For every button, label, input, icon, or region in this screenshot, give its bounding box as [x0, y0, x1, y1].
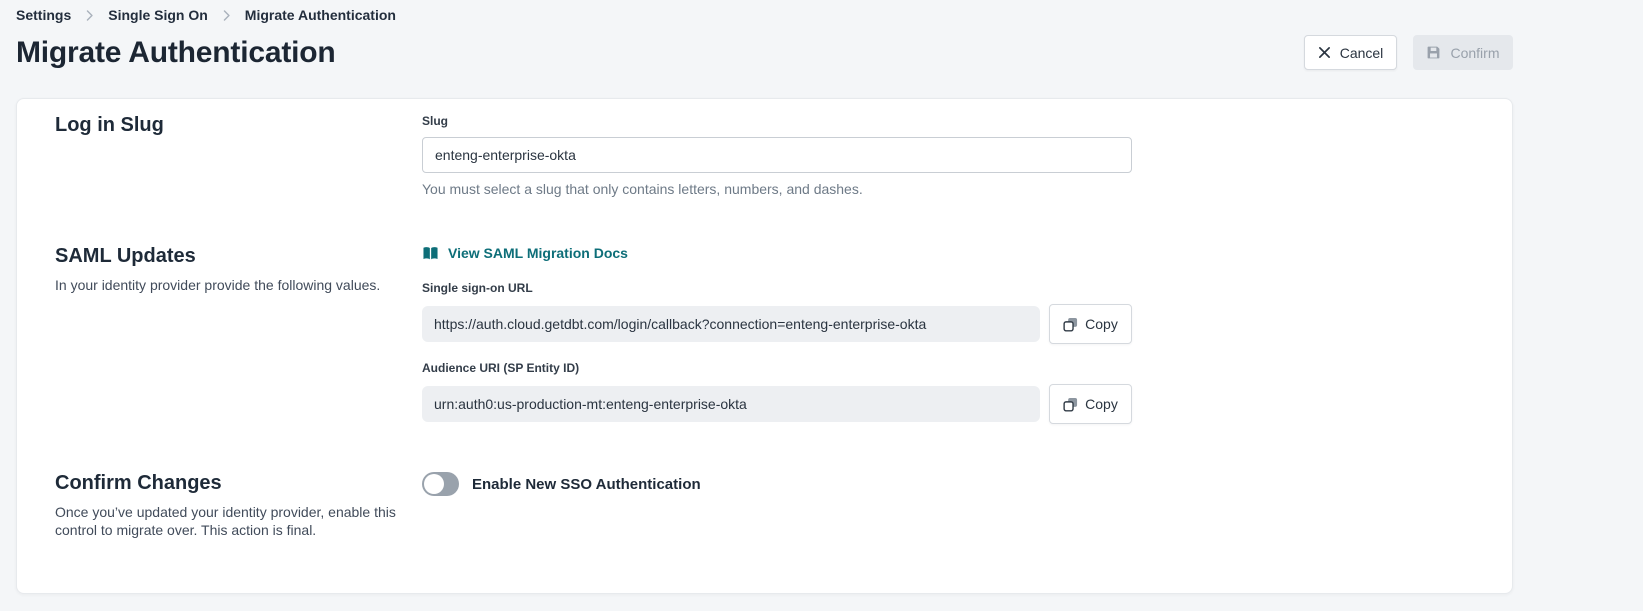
copy-icon [1063, 317, 1078, 332]
audience-uri-row: urn:auth0:us-production-mt:enteng-enterp… [422, 384, 1474, 424]
cancel-button[interactable]: Cancel [1304, 35, 1397, 70]
sso-url-label: Single sign-on URL [422, 281, 1474, 295]
audience-uri-block: Audience URI (SP Entity ID) urn:auth0:us… [422, 361, 1474, 424]
copy-button-label: Copy [1085, 316, 1118, 332]
cancel-button-label: Cancel [1340, 45, 1384, 61]
enable-sso-toggle-label: Enable New SSO Authentication [472, 476, 701, 493]
chevron-right-icon [220, 9, 233, 22]
confirm-changes-description: Once you’ve updated your identity provid… [55, 503, 411, 539]
login-slug-right: Slug You must select a slug that only co… [422, 114, 1474, 197]
slug-helper-text: You must select a slug that only contain… [422, 181, 1474, 197]
copy-button-label: Copy [1085, 396, 1118, 412]
login-slug-left: Log in Slug [55, 114, 422, 197]
view-saml-migration-docs-label: View SAML Migration Docs [448, 245, 628, 261]
saml-updates-subtitle: In your identity provider provide the fo… [55, 276, 411, 294]
migrate-authentication-card: Log in Slug Slug You must select a slug … [16, 98, 1513, 594]
breadcrumb-single-sign-on[interactable]: Single Sign On [108, 7, 208, 23]
slug-label: Slug [422, 114, 1474, 128]
copy-icon [1063, 397, 1078, 412]
sso-url-row: https://auth.cloud.getdbt.com/login/call… [422, 304, 1474, 344]
login-slug-heading: Log in Slug [55, 114, 422, 137]
confirm-changes-left: Confirm Changes Once you’ve updated your… [55, 472, 422, 539]
view-saml-migration-docs-link[interactable]: View SAML Migration Docs [422, 245, 628, 261]
audience-uri-value: urn:auth0:us-production-mt:enteng-enterp… [422, 386, 1040, 422]
page: Settings Single Sign On Migrate Authenti… [16, 0, 1513, 594]
sso-url-value: https://auth.cloud.getdbt.com/login/call… [422, 306, 1040, 342]
login-slug-section: Log in Slug Slug You must select a slug … [55, 114, 1474, 197]
saml-updates-right: View SAML Migration Docs Single sign-on … [422, 245, 1474, 424]
breadcrumb-current: Migrate Authentication [245, 7, 396, 23]
saml-updates-section: SAML Updates In your identity provider p… [55, 245, 1474, 424]
toggle-knob [424, 474, 444, 494]
audience-uri-label: Audience URI (SP Entity ID) [422, 361, 1474, 375]
page-header: Migrate Authentication Cancel Confirm [16, 35, 1513, 70]
book-icon [422, 246, 439, 261]
x-icon [1318, 46, 1331, 59]
enable-sso-toggle-row: Enable New SSO Authentication [422, 472, 1474, 496]
confirm-changes-right: Enable New SSO Authentication [422, 472, 1474, 539]
saml-updates-heading: SAML Updates [55, 245, 422, 268]
saml-updates-left: SAML Updates In your identity provider p… [55, 245, 422, 424]
breadcrumb-settings[interactable]: Settings [16, 7, 71, 23]
header-actions: Cancel Confirm [1304, 35, 1513, 70]
chevron-right-icon [83, 9, 96, 22]
confirm-button[interactable]: Confirm [1413, 35, 1513, 70]
breadcrumb: Settings Single Sign On Migrate Authenti… [16, 0, 1513, 23]
page-title: Migrate Authentication [16, 36, 336, 70]
confirm-changes-heading: Confirm Changes [55, 472, 422, 495]
save-icon [1426, 45, 1441, 60]
audience-uri-copy-button[interactable]: Copy [1049, 384, 1132, 424]
sso-url-copy-button[interactable]: Copy [1049, 304, 1132, 344]
confirm-button-label: Confirm [1450, 45, 1499, 61]
confirm-changes-section: Confirm Changes Once you’ve updated your… [55, 472, 1474, 539]
slug-input[interactable] [422, 137, 1132, 173]
enable-sso-toggle[interactable] [422, 472, 459, 496]
